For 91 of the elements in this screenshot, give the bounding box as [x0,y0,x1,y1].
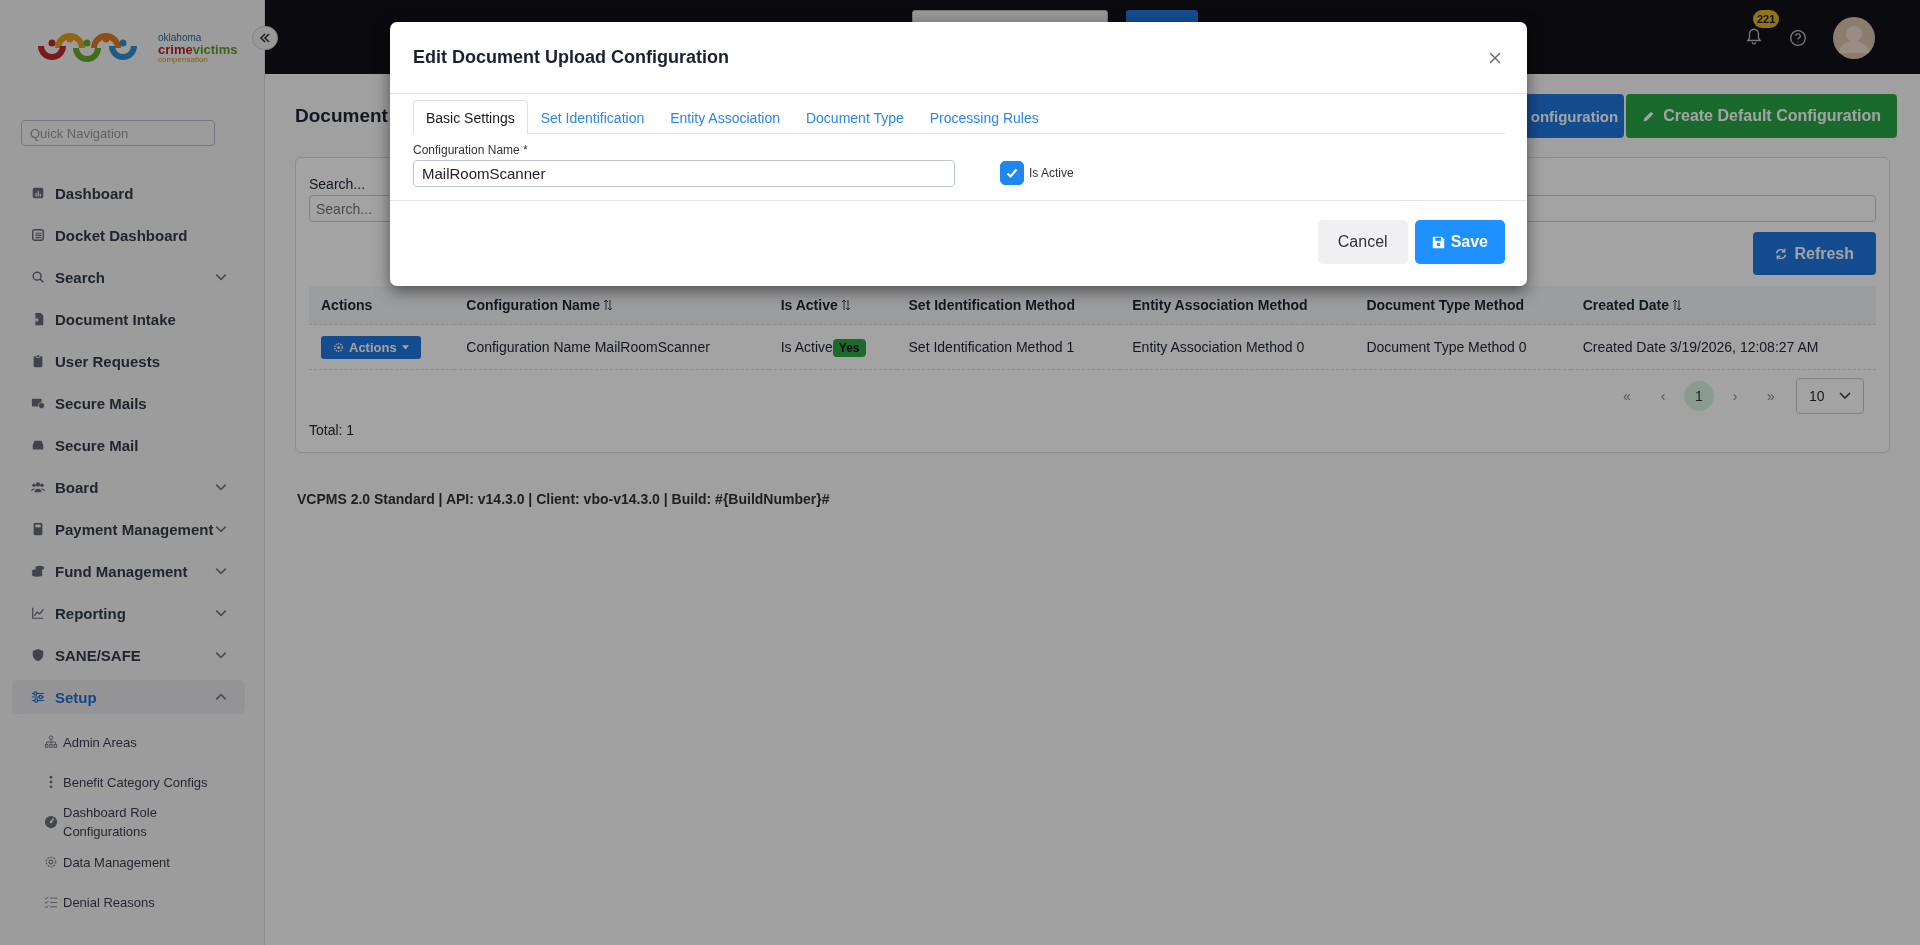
total-count: Total: 1 [309,422,356,438]
people-icon [31,480,45,494]
column-header[interactable]: Entity Association Method [1120,286,1355,325]
page-title: Document [295,105,388,127]
sidebar-item[interactable]: SANE/SAFE [12,638,245,672]
logo-state: oklahoma [158,32,203,43]
refresh-icon [1775,247,1788,260]
checkmark-icon [1005,166,1019,180]
field-label: Configuration Name * [413,143,529,157]
collapse-button[interactable] [252,26,278,50]
envelope-icon [31,396,45,410]
refresh-button[interactable]: Refresh [1753,232,1876,275]
sidebar-item[interactable]: Search [12,260,245,294]
caret-icon [401,344,409,350]
clipboard-icon [31,354,45,368]
table-cell: Document Type Method 0 [1366,339,1527,355]
column-header[interactable]: Document Type Method [1354,286,1571,325]
table-cell: Set Identification Method 1 [908,339,1075,355]
avatar[interactable] [1833,17,1875,59]
tab[interactable]: Set Identification [527,100,658,134]
sidebar-subitem[interactable]: Admin Areas [12,722,245,762]
sidebar-item[interactable]: Secure Mail [12,428,245,462]
calculator-icon [31,522,45,536]
sidebar-subitem[interactable]: Denial Reasons [12,882,245,922]
sidebar-item[interactable]: Payment Management [12,512,245,546]
table-cell: Configuration Name MailRoomScanner [466,339,710,355]
table-cell: Created Date 3/19/2026, 12:08:27 AM [1582,339,1819,355]
sliders-icon [31,690,45,704]
bar-chart-icon [31,186,45,200]
notification-badge: 221 [1753,10,1780,28]
column-header[interactable]: Configuration Name [454,286,769,325]
sidebar-item[interactable]: Setup [12,680,245,714]
tab[interactable]: Basic Settings [413,100,528,134]
first-page-button[interactable]: « [1612,381,1642,411]
line-chart-icon [31,606,45,620]
sidebar-item[interactable]: Docket Dashboard [12,218,245,252]
column-header[interactable]: Actions [309,286,455,325]
pencil-icon [1642,109,1656,123]
checklist-icon [44,895,58,909]
checkbox-label: Is Active [1029,166,1074,180]
sitemap-icon [44,735,58,749]
sidebar-item[interactable]: Reporting [12,596,245,630]
list-icon [31,228,45,242]
configuration-name-field[interactable]: MailRoomScanner [413,160,955,187]
double-chevron-icon [259,32,271,44]
inbox-icon [31,438,45,452]
save-button[interactable]: Save [1414,220,1505,264]
gear-icon [44,855,58,869]
is-active-checkbox[interactable] [1000,161,1024,185]
tab[interactable]: Processing Rules [916,100,1052,134]
dialog-title: Edit Document Upload Configuration [413,47,729,68]
page-size-select[interactable]: 10 [1796,378,1864,414]
gear-icon [333,341,344,353]
logo-crime: crime [158,41,193,57]
chevron-icon [1839,392,1851,400]
sidebar-subitem[interactable]: Data Management [12,842,245,882]
sidebar-subitem[interactable]: Dashboard Role Configurations [12,802,245,842]
quick-navigation-field[interactable]: Quick Navigation [21,120,215,146]
last-page-button[interactable]: » [1756,381,1786,411]
table-cell: Is Active [780,339,833,355]
column-header[interactable]: Created Date [1570,286,1876,325]
sidebar-item[interactable]: Board [12,470,245,504]
sidebar-item[interactable]: Fund Management [12,554,245,588]
sidebar-subitem[interactable]: Benefit Category Configs [12,762,245,802]
status-badge: Yes [832,339,866,357]
shield-icon [31,648,45,662]
actions-button[interactable]: Actions [321,335,421,359]
close-icon [1489,51,1501,64]
sidebar-item[interactable]: Document Intake [12,302,245,336]
sidebar-item[interactable]: User Requests [12,344,245,378]
bell-icon[interactable] [1745,27,1763,45]
floppy-icon [1431,235,1445,249]
version-info: VCPMS 2.0 Standard | API: v14.3.0 | Client: vbo-v14.3.0 | Build: #{BuildNumber}# [297,491,831,507]
coins-icon [31,564,45,578]
tab[interactable]: Document Type [792,100,917,134]
table-cell: Entity Association Method 0 [1132,339,1305,355]
help-icon[interactable] [1789,29,1807,47]
tab[interactable]: Entity Association [657,100,793,134]
cancel-button[interactable]: Cancel [1317,220,1408,264]
column-header[interactable]: Is Active [768,286,897,325]
logo-victims: victims [192,41,238,57]
page-button[interactable]: 1 [1684,381,1714,411]
search-label: Search... [309,176,367,192]
next-page-button[interactable]: › [1720,381,1750,411]
logo-program: compensation [158,55,209,64]
previous-page-button[interactable]: ‹ [1648,381,1678,411]
sidebar-item[interactable]: Dashboard [12,176,245,210]
sidebar-item[interactable]: Secure Mails [12,386,245,420]
search-icon [31,270,45,284]
gauge-icon [44,815,58,829]
column-header[interactable]: Set Identification Method [896,286,1121,325]
